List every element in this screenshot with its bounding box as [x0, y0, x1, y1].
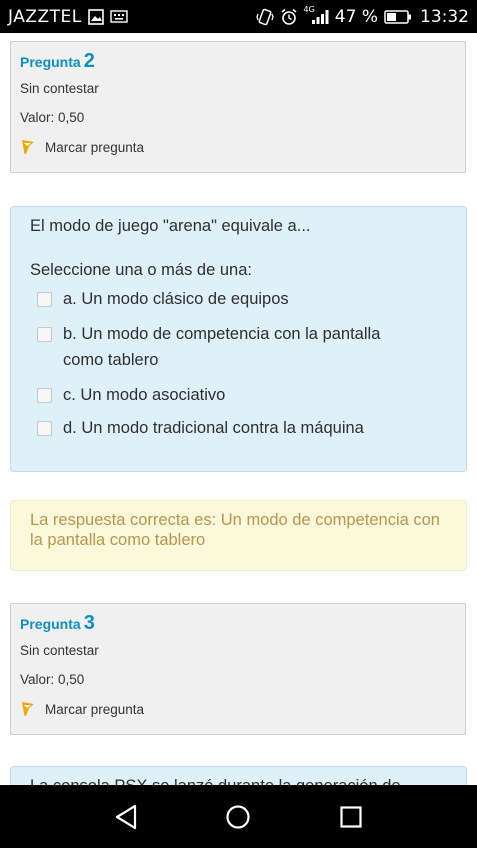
question-number: 2: [83, 50, 95, 72]
battery-percent: 47 %: [334, 6, 378, 27]
question-title: Pregunta 2: [20, 50, 456, 73]
option-label: d. Un modo tradicional contra la máquina: [63, 419, 364, 437]
question-text-2: El modo de juego "arena" equivale a... S…: [10, 206, 467, 472]
recents-icon[interactable]: [331, 797, 371, 837]
question-label: Pregunta: [20, 616, 81, 632]
status-bar-left: JAZZTEL: [8, 7, 128, 27]
question-prompt: Seleccione una o más de una:: [30, 261, 252, 279]
answer-option-a[interactable]: a. Un modo clásico de equipos: [37, 289, 447, 312]
question-text: El modo de juego "arena" equivale a...: [30, 217, 311, 235]
page-content[interactable]: Pregunta 2 Sin contestar Valor: 0,50 Marc…: [0, 33, 477, 785]
alarm-icon: [280, 8, 298, 26]
option-label: c. Un modo asociativo: [63, 386, 226, 404]
question-info-2: Pregunta 2 Sin contestar Valor: 0,50 Marc…: [10, 41, 466, 173]
question-text-3: La consola PSX se lanzó durante la gener…: [10, 766, 467, 785]
answer-option-d[interactable]: d. Un modo tradicional contra la máquina: [37, 418, 447, 441]
flag-question-link[interactable]: Marcar pregunta: [20, 701, 456, 717]
keyboard-icon: [110, 10, 128, 23]
question-text: La consola PSX se lanzó durante la gener…: [30, 777, 401, 785]
question-label: Pregunta: [20, 54, 81, 70]
question-title: Pregunta 3: [20, 612, 456, 635]
network-type: 4G: [303, 5, 315, 14]
question-status: Sin contestar: [20, 81, 99, 96]
gallery-icon: [87, 8, 104, 25]
checkbox[interactable]: [37, 327, 52, 342]
battery-icon: [384, 9, 412, 25]
clock: 13:32: [420, 6, 469, 27]
question-status: Sin contestar: [20, 643, 99, 658]
answer-option-b[interactable]: b. Un modo de competencia con la pantall…: [37, 324, 447, 373]
status-bar: JAZZTEL 4G 47 % 13:32: [0, 0, 477, 33]
option-label: b. Un modo de competencia con la pantall…: [63, 325, 381, 369]
checkbox[interactable]: [37, 292, 52, 307]
carrier-name: JAZZTEL: [8, 6, 82, 27]
home-icon[interactable]: [218, 797, 258, 837]
vibrate-icon: [255, 8, 274, 26]
flag-icon: [22, 140, 34, 154]
navigation-bar: [0, 785, 477, 848]
status-bar-right: 4G 47 % 13:32: [255, 5, 469, 27]
signal-icon: 4G: [304, 5, 329, 25]
flag-label: Marcar pregunta: [45, 139, 145, 155]
checkbox[interactable]: [37, 388, 52, 403]
flag-question-link[interactable]: Marcar pregunta: [20, 139, 456, 155]
question-number: 3: [83, 612, 95, 634]
flag-label: Marcar pregunta: [45, 701, 145, 717]
back-icon[interactable]: [106, 797, 146, 837]
answer-option-c[interactable]: c. Un modo asociativo: [37, 385, 447, 408]
question-value: Valor: 0,50: [20, 672, 85, 687]
question-info-3: Pregunta 3 Sin contestar Valor: 0,50 Marc…: [10, 603, 466, 735]
question-value: Valor: 0,50: [20, 110, 85, 125]
correct-answer-feedback: La respuesta correcta es: Un modo de com…: [10, 500, 467, 571]
checkbox[interactable]: [37, 421, 52, 436]
option-label: a. Un modo clásico de equipos: [63, 290, 289, 308]
flag-icon: [22, 702, 34, 716]
